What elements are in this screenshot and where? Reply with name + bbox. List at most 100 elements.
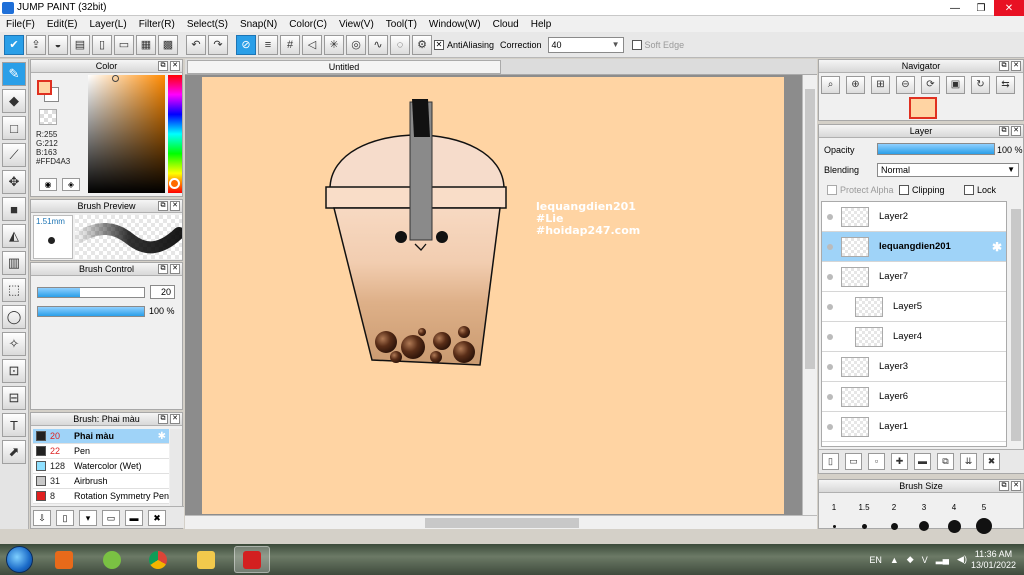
- lasso-tool-icon[interactable]: ◯: [2, 305, 26, 329]
- fit-icon[interactable]: ⊞: [871, 76, 890, 94]
- cloud-download-icon[interactable]: ⇩: [33, 509, 51, 526]
- operation-tool-icon[interactable]: ⬈: [2, 440, 26, 464]
- document-tab[interactable]: Untitled: [187, 60, 501, 74]
- merge-layer-icon[interactable]: ⇊: [960, 453, 977, 470]
- brush-list-scrollbar[interactable]: [170, 429, 182, 507]
- drawing-canvas[interactable]: lequangdien201 #Lie #hoidap247.com: [202, 77, 784, 514]
- app-shortcut-icon[interactable]: [94, 546, 130, 573]
- menu-color[interactable]: Color(C): [283, 19, 333, 30]
- snap-circle-icon[interactable]: ◎: [346, 34, 366, 55]
- chrome-icon[interactable]: [140, 546, 176, 573]
- panel-float-icon[interactable]: ⧉: [999, 61, 1009, 71]
- brush-size-option[interactable]: [909, 521, 939, 531]
- layout-icon[interactable]: ▦: [136, 34, 156, 55]
- horizontal-scroll-thumb[interactable]: [425, 518, 579, 528]
- lock-checkbox[interactable]: [964, 185, 974, 195]
- brush-item[interactable]: 31 Airbrush: [33, 474, 169, 489]
- actual-size-icon[interactable]: ▣: [946, 76, 965, 94]
- layer-row[interactable]: lequangdien201 ✱: [822, 232, 1006, 262]
- menu-select[interactable]: Select(S): [181, 19, 234, 30]
- zoom-in-icon[interactable]: ⊕: [846, 76, 865, 94]
- brush-item[interactable]: 20 Phai màu ✱: [33, 429, 169, 444]
- copy-brush-icon[interactable]: ▭: [102, 509, 120, 526]
- pen-tool-icon[interactable]: ✎: [2, 62, 26, 86]
- select-rect-icon[interactable]: ⬚: [2, 278, 26, 302]
- new-layer-1bit-icon[interactable]: ▫: [868, 453, 885, 470]
- start-button[interactable]: [6, 546, 33, 573]
- blending-select[interactable]: Normal ▼: [877, 163, 1019, 177]
- duplicate-layer-icon[interactable]: ⧉: [937, 453, 954, 470]
- menu-layer[interactable]: Layer(L): [83, 19, 132, 30]
- menu-snap[interactable]: Snap(N): [234, 19, 283, 30]
- brush-size-option[interactable]: [879, 522, 909, 530]
- folder-icon[interactable]: ▬: [125, 509, 143, 526]
- visibility-icon[interactable]: [827, 303, 833, 310]
- snap-parallel-icon[interactable]: ≡: [258, 34, 278, 55]
- menu-window[interactable]: Window(W): [423, 19, 487, 30]
- line-tool-icon[interactable]: ⟋: [2, 143, 26, 167]
- vertical-scrollbar[interactable]: [802, 75, 817, 515]
- tray-expand-icon[interactable]: ▲: [890, 555, 899, 565]
- layer-row[interactable]: Layer5: [822, 292, 1006, 322]
- move-tool-icon[interactable]: ✥: [2, 170, 26, 194]
- language-indicator[interactable]: EN: [869, 555, 882, 565]
- zoom-search-icon[interactable]: ⌕: [821, 76, 840, 94]
- bucket-tool-icon[interactable]: ◭: [2, 224, 26, 248]
- visibility-icon[interactable]: [827, 213, 833, 220]
- jump-paint-taskbar-icon[interactable]: [234, 546, 270, 573]
- hue-slider[interactable]: [168, 75, 182, 193]
- correction-select[interactable]: 40 ▼: [547, 36, 624, 53]
- menu-filter[interactable]: Filter(R): [133, 19, 181, 30]
- layer-row[interactable]: Layer7: [822, 262, 1006, 292]
- add-layer-menu-icon[interactable]: ✚: [891, 453, 908, 470]
- cloud-check-icon[interactable]: ✔: [4, 34, 24, 55]
- soft-edge-checkbox[interactable]: [631, 39, 642, 50]
- panel-float-icon[interactable]: ⧉: [158, 61, 168, 71]
- panel-float-icon[interactable]: ⧉: [999, 126, 1009, 136]
- clipping-checkbox[interactable]: [899, 185, 909, 195]
- visibility-icon[interactable]: [827, 423, 833, 430]
- snap-settings-icon[interactable]: ⚙: [412, 34, 432, 55]
- layer-scroll-thumb[interactable]: [1011, 209, 1021, 441]
- new-layer-icon[interactable]: ▯: [822, 453, 839, 470]
- layer-row[interactable]: Layer4: [822, 322, 1006, 352]
- file-explorer-icon[interactable]: [188, 546, 224, 573]
- open-file-icon[interactable]: ▭: [114, 34, 134, 55]
- brush-item[interactable]: 128 Watercolor (Wet): [33, 459, 169, 474]
- magic-wand-icon[interactable]: ✧: [2, 332, 26, 356]
- panel-close-icon[interactable]: ✕: [1011, 126, 1021, 136]
- eyedropper-icon[interactable]: ◈: [62, 178, 80, 191]
- brush-size-input[interactable]: 20: [150, 285, 175, 299]
- snap-off-icon[interactable]: ⊘: [236, 34, 256, 55]
- menu-help[interactable]: Help: [525, 19, 558, 30]
- brush-item[interactable]: 8 Rotation Symmetry Pen: [33, 489, 169, 504]
- panel-close-icon[interactable]: ✕: [170, 61, 180, 71]
- palette-icon[interactable]: ◉: [39, 178, 57, 191]
- comment-icon[interactable]: ◒: [48, 34, 68, 55]
- shield-icon[interactable]: ◆: [907, 554, 914, 565]
- flip-icon[interactable]: ⇆: [996, 76, 1015, 94]
- menu-edit[interactable]: Edit(E): [41, 19, 84, 30]
- folder-icon[interactable]: ▬: [914, 453, 931, 470]
- delete-icon[interactable]: ✖: [148, 509, 166, 526]
- visibility-icon[interactable]: [827, 393, 833, 400]
- navigator-thumbnail[interactable]: [909, 97, 937, 119]
- protect-alpha-checkbox[interactable]: [827, 185, 837, 195]
- brush-item[interactable]: 22 Pen: [33, 444, 169, 459]
- brush-opacity-slider[interactable]: [37, 306, 145, 317]
- panel-float-icon[interactable]: ⧉: [158, 201, 168, 211]
- brush-size-option[interactable]: [939, 519, 969, 533]
- hue-cursor[interactable]: [169, 178, 180, 189]
- gradient-tool-icon[interactable]: ▥: [2, 251, 26, 275]
- layer-row[interactable]: Layer1: [822, 412, 1006, 442]
- panel-close-icon[interactable]: ✕: [1011, 61, 1021, 71]
- close-button[interactable]: ✕: [994, 0, 1024, 16]
- eraser-tool-icon[interactable]: ◆: [2, 89, 26, 113]
- new-file-icon[interactable]: ▯: [92, 34, 112, 55]
- vertical-scroll-thumb[interactable]: [805, 89, 815, 369]
- select-eraser-icon[interactable]: ⊟: [2, 386, 26, 410]
- undo-icon[interactable]: ↶: [186, 34, 206, 55]
- rectangle-select-icon[interactable]: □: [2, 116, 26, 140]
- rotate-icon[interactable]: ⟳: [921, 76, 940, 94]
- select-pen-icon[interactable]: ⊡: [2, 359, 26, 383]
